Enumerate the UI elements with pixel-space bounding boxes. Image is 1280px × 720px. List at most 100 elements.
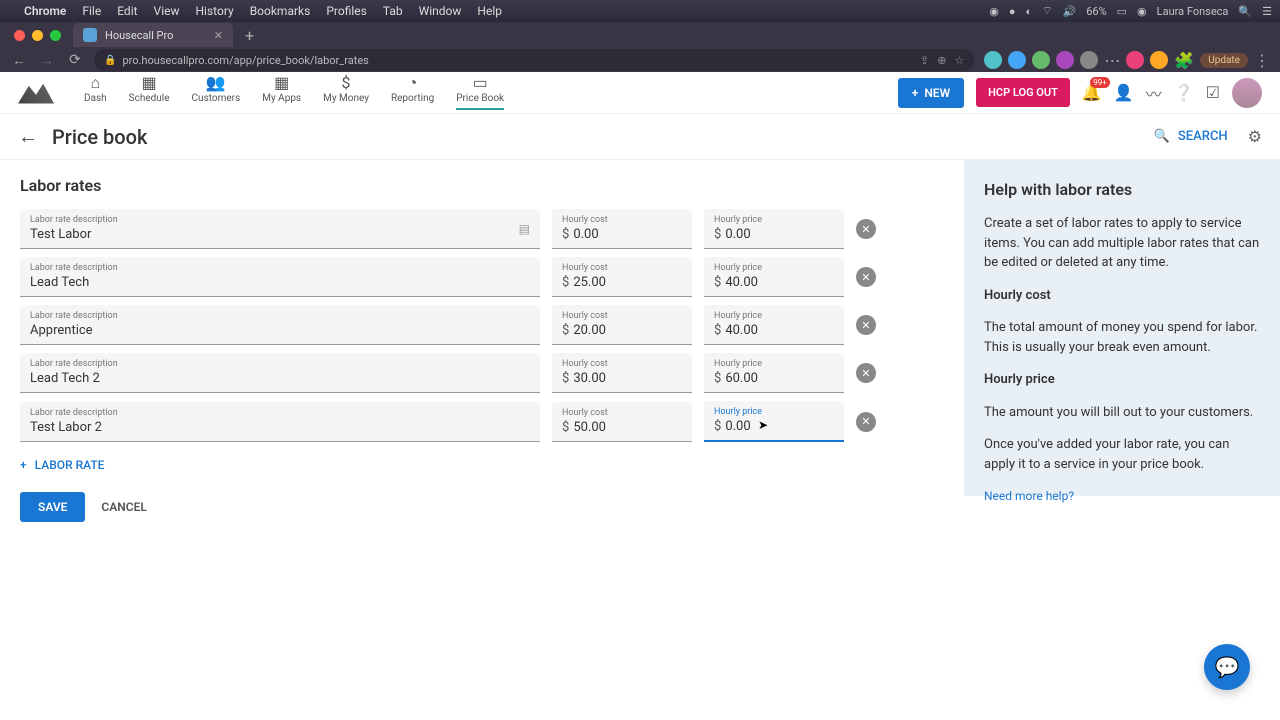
menu-profiles[interactable]: Profiles (326, 4, 367, 18)
hourly-price-input[interactable] (725, 321, 834, 340)
extension-icon[interactable] (1126, 51, 1144, 69)
nav-my-apps[interactable]: ▦My Apps (262, 75, 301, 110)
settings-icon[interactable]: ⚙ (1248, 127, 1262, 146)
user-name[interactable]: Laura Fonseca (1157, 5, 1229, 18)
search-button[interactable]: 🔍 SEARCH (1154, 129, 1228, 144)
document-icon[interactable]: ▤ (519, 222, 530, 236)
volume-icon[interactable]: 🔊 (1063, 5, 1077, 18)
extension-icon[interactable] (1032, 51, 1050, 69)
nav-dash[interactable]: ⌂Dash (84, 75, 107, 110)
tab-close-icon[interactable]: ✕ (214, 29, 223, 42)
hourly-price-field[interactable]: Hourly price $ (704, 209, 844, 249)
hourly-price-field[interactable]: Hourly price $ (704, 305, 844, 345)
close-window-button[interactable] (14, 30, 25, 41)
description-input[interactable] (30, 418, 530, 437)
maximize-window-button[interactable] (50, 30, 61, 41)
hourly-price-input[interactable] (725, 369, 834, 388)
reload-button[interactable]: ⟳ (66, 52, 84, 68)
update-button[interactable]: Update (1200, 53, 1248, 68)
new-tab-button[interactable]: + (239, 26, 260, 45)
bookmark-icon[interactable]: ☆ (954, 54, 964, 67)
share-icon[interactable]: ⇪ (920, 54, 929, 67)
menu-view[interactable]: View (154, 4, 180, 18)
menu-file[interactable]: File (82, 4, 101, 18)
description-input[interactable] (30, 369, 530, 388)
extensions-puzzle-icon[interactable]: 🧩 (1174, 51, 1194, 70)
description-field[interactable]: Labor rate description (20, 305, 540, 345)
hourly-cost-field[interactable]: Hourly cost $ (552, 305, 692, 345)
nav-reporting[interactable]: ◔Reporting (391, 75, 434, 110)
cancel-button[interactable]: CANCEL (101, 500, 146, 514)
description-field[interactable]: Labor rate description (20, 353, 540, 393)
hourly-price-input[interactable] (725, 225, 834, 244)
hourly-price-input[interactable] (725, 273, 834, 292)
hourly-cost-field[interactable]: Hourly cost $ (552, 353, 692, 393)
menu-bookmarks[interactable]: Bookmarks (250, 4, 311, 18)
extension-icon[interactable] (1080, 51, 1098, 69)
extension-icon[interactable] (1008, 51, 1026, 69)
nav-price-book[interactable]: ▭Price Book (456, 75, 504, 110)
hourly-cost-input[interactable] (573, 225, 682, 244)
status-icon[interactable]: ◉ (989, 5, 999, 18)
housecall-logo-icon[interactable] (18, 82, 54, 104)
forward-button[interactable]: → (38, 52, 56, 69)
description-input[interactable] (30, 273, 530, 292)
browser-menu-icon[interactable]: ⋮ (1254, 51, 1270, 70)
description-input[interactable] (30, 321, 530, 340)
menu-edit[interactable]: Edit (117, 4, 137, 18)
description-input[interactable] (30, 225, 530, 244)
status-icon[interactable]: ● (1009, 5, 1016, 18)
save-button[interactable]: SAVE (20, 492, 85, 522)
screenshare-icon[interactable]: ◉ (1137, 5, 1147, 18)
hourly-cost-input[interactable] (573, 273, 682, 292)
description-field[interactable]: Labor rate description (20, 402, 540, 442)
menu-help[interactable]: Help (477, 4, 502, 18)
add-labor-rate-button[interactable]: + LABOR RATE (20, 458, 944, 472)
hourly-price-field[interactable]: Hourly price $ (704, 401, 844, 442)
nav-customers[interactable]: 👥Customers (192, 75, 241, 110)
nav-my-money[interactable]: $My Money (323, 75, 369, 110)
notification-icon[interactable]: 🔔99+ (1082, 83, 1102, 102)
user-icon[interactable]: 👤 (1114, 83, 1134, 102)
status-icon[interactable]: ◐ (1026, 5, 1033, 18)
remove-rate-button[interactable]: ✕ (856, 363, 876, 383)
extension-icon[interactable] (1056, 51, 1074, 69)
hourly-cost-field[interactable]: Hourly cost $ (552, 402, 692, 442)
minimize-window-button[interactable] (32, 30, 43, 41)
hourly-price-input[interactable] (725, 417, 834, 436)
remove-rate-button[interactable]: ✕ (856, 267, 876, 287)
hourly-price-field[interactable]: Hourly price $ (704, 257, 844, 297)
checklist-icon[interactable]: ☑ (1206, 83, 1220, 102)
hourly-cost-input[interactable] (573, 369, 682, 388)
more-extensions-icon[interactable]: ⋯ (1104, 51, 1120, 70)
nav-schedule[interactable]: ▦Schedule (129, 75, 170, 110)
hourly-cost-input[interactable] (573, 418, 682, 437)
menu-history[interactable]: History (196, 4, 234, 18)
user-avatar[interactable] (1232, 78, 1262, 108)
hourly-cost-field[interactable]: Hourly cost $ (552, 257, 692, 297)
activity-icon[interactable]: 〰 (1146, 81, 1162, 105)
wifi-icon[interactable]: ⌔ (1042, 4, 1052, 18)
battery-icon[interactable]: ▭ (1117, 5, 1127, 18)
spotlight-icon[interactable]: 🔍 (1238, 5, 1252, 18)
help-icon[interactable]: ❔ (1174, 83, 1194, 102)
remove-rate-button[interactable]: ✕ (856, 315, 876, 335)
remove-rate-button[interactable]: ✕ (856, 412, 876, 432)
hourly-cost-field[interactable]: Hourly cost $ (552, 209, 692, 249)
description-field[interactable]: Labor rate description ▤ (20, 209, 540, 249)
back-arrow-icon[interactable]: ← (18, 124, 38, 149)
hourly-cost-input[interactable] (573, 321, 682, 340)
menu-window[interactable]: Window (419, 4, 462, 18)
translate-icon[interactable]: ⊕ (937, 54, 946, 67)
extension-icon[interactable] (984, 51, 1002, 69)
menubar-app-name[interactable]: Chrome (24, 4, 66, 18)
help-link[interactable]: Need more help? (984, 489, 1074, 503)
extension-icon[interactable] (1150, 51, 1168, 69)
control-center-icon[interactable]: ☰ (1262, 5, 1272, 18)
description-field[interactable]: Labor rate description (20, 257, 540, 297)
browser-tab[interactable]: Housecall Pro ✕ (73, 23, 233, 47)
chat-fab-button[interactable]: 💬 (1204, 644, 1250, 690)
hourly-price-field[interactable]: Hourly price $ (704, 353, 844, 393)
menu-tab[interactable]: Tab (383, 4, 403, 18)
remove-rate-button[interactable]: ✕ (856, 219, 876, 239)
